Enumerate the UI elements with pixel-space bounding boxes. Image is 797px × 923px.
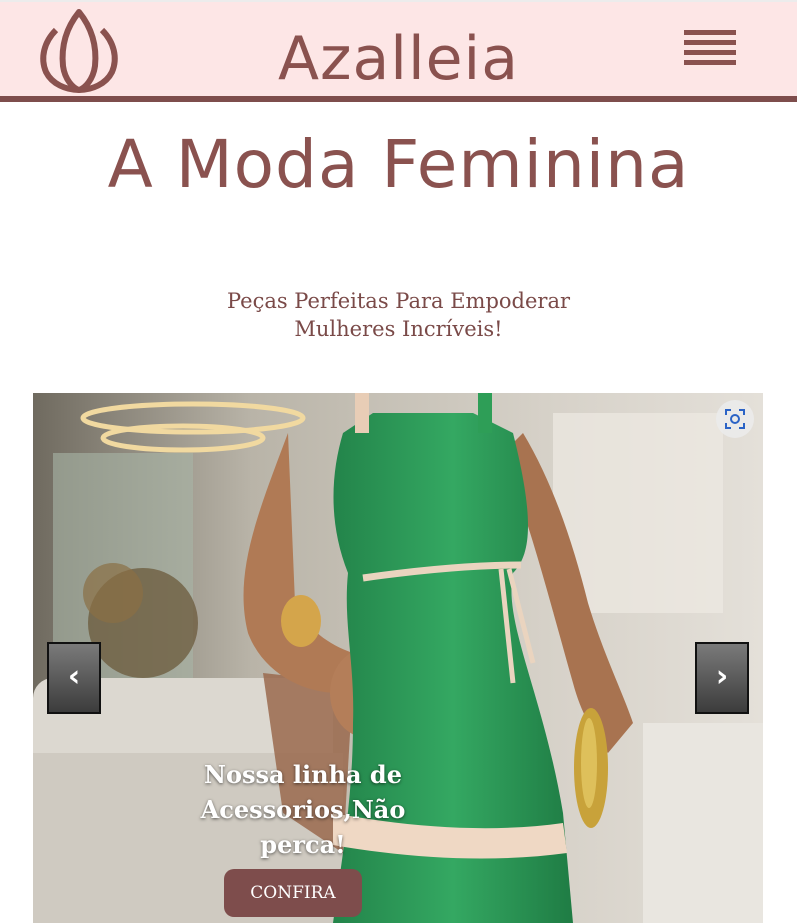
page-subtitle: Peças Perfeitas Para Empoderar Mulheres … <box>226 289 571 341</box>
brand-name[interactable]: Azalleia <box>0 20 797 98</box>
slide-caption: Nossa linha de Acessorios,Não perca! <box>200 760 406 859</box>
confira-button[interactable]: CONFIRA <box>224 869 362 917</box>
hamburger-menu-icon[interactable] <box>684 30 738 74</box>
page-title: A Moda Feminina <box>107 126 690 203</box>
visual-search-button[interactable] <box>716 400 754 438</box>
carousel-prev-button[interactable]: ‹ <box>47 642 101 714</box>
site-header: Azalleia <box>0 0 797 102</box>
carousel-next-button[interactable]: › <box>695 642 749 714</box>
visual-search-icon <box>725 409 745 429</box>
image-carousel[interactable]: ‹ › Nossa linha de Acessorios,Não perca!… <box>33 393 763 923</box>
